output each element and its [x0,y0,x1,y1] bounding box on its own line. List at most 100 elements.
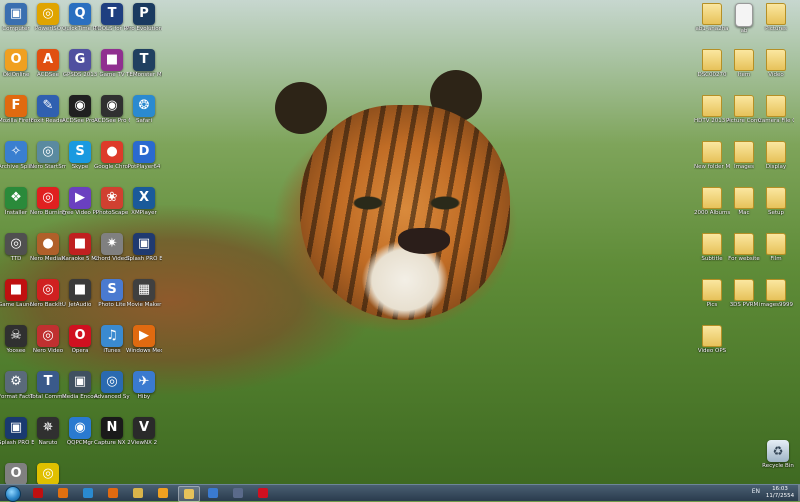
folder-icon [702,233,722,255]
desktop-item[interactable]: Video OPS [694,325,730,354]
desktop-shortcut[interactable]: G GPSDS 2013 [62,49,98,78]
desktop-shortcut[interactable]: ■ Game TV [94,49,130,78]
desktop-item[interactable]: Video [758,49,794,78]
desktop-shortcut[interactable]: ■Game Launcher [0,279,34,308]
splash-icon: ▣ [133,233,155,255]
desktop-item[interactable]: images9999 [758,279,794,308]
recycle-bin[interactable]: ♻ Recycle Bin [760,440,796,469]
desktop-shortcut[interactable]: ◎ Nero BackItUp [30,279,66,308]
desktop-item-label: Images [733,164,755,170]
system-clock[interactable]: 16:03 11/7/2554 [762,486,798,500]
desktop-item[interactable]: Film [758,233,794,262]
desktop-shortcut[interactable]: S Photo Lite [94,279,130,308]
desktop-item[interactable]: Pics [694,279,730,308]
desktop-item[interactable]: ab1-ana2ha [694,3,730,32]
desktop-item[interactable]: For website [726,233,762,262]
desktop-item[interactable]: Item [726,49,762,78]
desktop-shortcut[interactable]: O Opera [62,325,98,354]
desktop-item[interactable]: Pictures [758,3,794,32]
desktop-shortcut[interactable]: PPro Evolution Soccer 2013 [126,3,162,32]
desktop-shortcut-label: Google Chrome [94,164,130,170]
desktop-shortcut[interactable]: ■ JetAudio [62,279,98,308]
desktop-shortcut[interactable]: X XMPlayer [126,187,162,216]
desktop-shortcut[interactable]: ▶Free Video Player [62,187,98,216]
desktop-shortcut[interactable]: ❂ Safari [126,95,162,124]
nero-video-icon: ◎ [37,325,59,347]
desktop-item[interactable]: ab [726,3,762,34]
desktop-shortcut[interactable]: D PotPlayer64 [126,141,162,170]
desktop-shortcut[interactable]: ◎Advanced SystemCare [94,371,130,400]
desktop-item[interactable]: Mac [726,187,762,216]
desktop-shortcut[interactable]: ✎ Foxit Reader [30,95,66,124]
desktop-shortcut[interactable]: A ACDSee [30,49,66,78]
desktop-shortcut[interactable]: ◉ ACDSee Pro 6 [94,95,130,124]
search-disc-icon: ◎ [37,141,59,163]
desktop-item[interactable]: 3DS PVRM [726,279,762,308]
desktop-shortcut[interactable]: QQuickTime Player [62,3,98,32]
desktop-shortcut[interactable]: ◉ ACDSee Pro 6 [62,95,98,124]
taskbar-opera-button[interactable] [253,486,273,500]
taskbar-explorer-button[interactable] [128,486,148,500]
desktop-shortcut-label: Nero Video [32,348,64,354]
desktop-shortcut[interactable]: ▣Splash PRO EX [126,233,162,262]
folder-icon [734,187,754,209]
desktop-shortcut[interactable]: ▣Media Encoder [62,371,98,400]
taskbar-ie-button[interactable] [78,486,98,500]
desktop-shortcut[interactable]: V ViewNX 2 [126,417,162,446]
taskbar-basketball-button[interactable] [153,486,173,500]
start-button[interactable] [0,485,24,502]
desktop-shortcut-label: Archive Splitter [0,164,34,170]
language-indicator[interactable]: EN [752,488,760,495]
quicktime-icon: Q [69,3,91,25]
desktop-shortcut[interactable]: ▣ Computer [0,3,34,32]
desktop-shortcut[interactable]: ◎Nero StartSmart [30,141,66,170]
desktop-shortcut[interactable]: ✧Archive Splitter [0,141,34,170]
desktop-shortcut[interactable]: TTOOLS for PPSSPP [94,3,130,32]
desktop-item[interactable]: HDTV 2013 All Capture [694,95,730,124]
desktop-item[interactable]: Images [726,141,762,170]
desktop-shortcut[interactable]: ⚙Format Factory [0,371,34,400]
desktop-item[interactable]: Camera File Control Folder [758,95,794,124]
desktop-item[interactable]: Setup [758,187,794,216]
desktop-shortcut[interactable]: ▣Splash PRO EX [0,417,34,446]
desktop-shortcut[interactable]: ✵ Naruto [30,417,66,446]
desktop-shortcut[interactable]: N Capture NX 2 [94,417,130,446]
desktop-shortcut[interactable]: ●Nero MediaHome [30,233,66,262]
desktop-shortcut-label: Movie Maker [126,302,162,308]
desktop-item[interactable]: Subtitle [694,233,730,262]
desktop-item[interactable]: New folder MAC 2013 [694,141,730,170]
desktop-shortcut[interactable]: ◉ QQPCMgr [62,417,98,446]
desktop-shortcut[interactable]: ☠ Yoosee [0,325,34,354]
desktop-shortcut[interactable]: ▶Windows Media Player [126,325,162,354]
desktop-item[interactable]: Picture Control [726,95,762,124]
taskbar-network-button[interactable] [203,486,223,500]
desktop-shortcut[interactable]: ◎ PowerISO [30,3,66,32]
desktop-shortcut[interactable]: ✷Chord VideoStudio [94,233,130,262]
desktop-shortcut-label: Nero StartSmart [30,164,66,170]
desktop-shortcut[interactable]: O OkiOnline [0,49,34,78]
desktop-shortcut[interactable]: FMozilla Firefox [0,95,34,124]
desktop-shortcut[interactable]: ▦ Movie Maker [126,279,162,308]
taskbar-firefox-button[interactable] [103,486,123,500]
desktop-item[interactable]: Display [758,141,794,170]
desktop-shortcut[interactable]: TTEMonster Media [126,49,162,78]
desktop-item-label: Film [770,256,782,262]
video-player-icon: ▶ [69,187,91,209]
taskbar-game-button[interactable] [28,486,48,500]
folder-icon [766,3,786,25]
desktop-shortcut[interactable]: ■Karaoke 5 Movie Maker [62,233,98,262]
desktop-item[interactable]: DSC00270 [694,49,730,78]
taskbar-media-player-button[interactable] [53,486,73,500]
desktop-shortcut[interactable]: ◎ TTD [0,233,34,262]
desktop-shortcut[interactable]: ❀ PhotoScape [94,187,130,216]
desktop-shortcut[interactable]: ♫ iTunes [94,325,130,354]
desktop-shortcut[interactable]: TTotal Commander [30,371,66,400]
desktop-shortcut[interactable]: ✈ Hiby [126,371,162,400]
desktop-shortcut[interactable]: ◎ Nero Video [30,325,66,354]
desktop-item[interactable]: 2000 Albums [694,187,730,216]
desktop-shortcut[interactable]: S Skype [62,141,98,170]
desktop-shortcut[interactable]: ❖ Installer [0,187,34,216]
desktop-shortcut[interactable]: ●Google Chrome [94,141,130,170]
desktop-shortcut[interactable]: ◎Nero Burning ROM [30,187,66,216]
taskbar-app-button[interactable] [228,486,248,500]
